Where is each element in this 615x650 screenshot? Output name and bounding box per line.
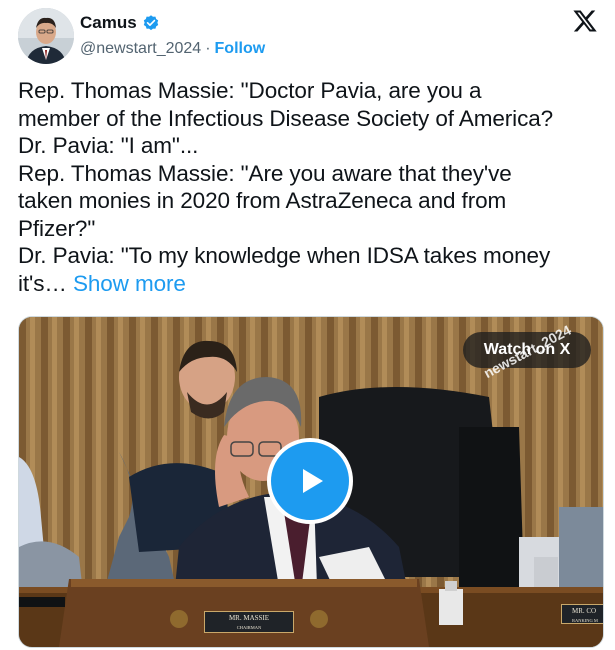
author-display-name[interactable]: Camus xyxy=(80,13,137,33)
video-player[interactable]: Watch on X newstart_2024 MR. MASSIE CHAI… xyxy=(18,316,604,648)
avatar[interactable] xyxy=(18,8,74,64)
tweet-line: Rep. Thomas Massie: "Are you aware that … xyxy=(18,160,512,186)
nameplate: MR. MASSIE CHAIRMAN xyxy=(204,611,294,633)
separator-dot: · xyxy=(205,40,211,57)
play-icon xyxy=(303,469,323,493)
tweet-line: Pfizer?" xyxy=(18,215,96,241)
nameplate-secondary-sub: RANKING M xyxy=(572,618,598,623)
x-logo-icon[interactable] xyxy=(572,8,598,34)
nameplate-sub: CHAIRMAN xyxy=(236,625,262,630)
tweet-line-last: it's… Show more xyxy=(18,270,603,298)
avatar-photo xyxy=(18,8,74,64)
author-handle[interactable]: @newstart_2024 xyxy=(80,40,201,58)
tweet-line: Rep. Thomas Massie: "Doctor Pavia, are y… xyxy=(18,78,482,103)
tweet-text: Rep. Thomas Massie: "Doctor Pavia, are y… xyxy=(18,77,603,297)
tweet-line: Dr. Pavia: "To my knowledge when IDSA ta… xyxy=(18,243,551,268)
tweet-line: member of the Infectious Disease Society… xyxy=(18,105,554,131)
nameplate-main: MR. MASSIE xyxy=(228,614,270,622)
show-more-link[interactable]: Show more xyxy=(73,271,186,296)
tweet-header: Camus @newstart_2024 · Follow xyxy=(18,8,608,64)
nameplate-secondary: MR. CO RANKING M xyxy=(561,604,603,624)
tweet-line: Dr. Pavia: "I am"... xyxy=(18,133,199,158)
follow-button[interactable]: Follow xyxy=(215,40,266,58)
tweet-line: taken monies in 2020 from AstraZeneca an… xyxy=(18,188,507,213)
play-button[interactable] xyxy=(267,438,353,524)
verified-badge-icon xyxy=(143,15,158,31)
nameplate-secondary-main: MR. CO xyxy=(572,607,597,615)
tweet-truncated-text: it's… xyxy=(18,270,67,296)
